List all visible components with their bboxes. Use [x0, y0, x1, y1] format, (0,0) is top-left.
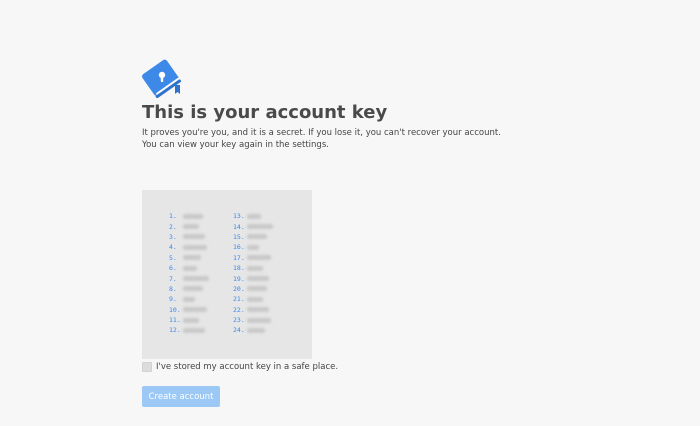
- account-key-word: 22.: [233, 305, 273, 315]
- account-key-word-number: 4.: [169, 243, 177, 252]
- account-key-word: 4.: [169, 242, 209, 252]
- account-key-word: 9.: [169, 294, 209, 304]
- account-key-word-number: 11.: [169, 316, 181, 325]
- account-key-word-number: 5.: [169, 253, 177, 262]
- account-key-word-blurred: [183, 286, 203, 292]
- account-key-word-blurred: [247, 234, 267, 240]
- account-key-word-number: 22.: [233, 305, 245, 314]
- account-key-word-number: 14.: [233, 222, 245, 231]
- account-key-word-number: 8.: [169, 284, 177, 293]
- stored-key-confirmation[interactable]: I've stored my account key in a safe pla…: [142, 362, 338, 372]
- account-key-word-number: 9.: [169, 295, 177, 304]
- account-key-word-number: 18.: [233, 264, 245, 273]
- account-key-word-number: 13.: [233, 212, 245, 221]
- account-key-word: 2.: [169, 221, 209, 231]
- account-key-word: 17.: [233, 253, 273, 263]
- account-key-word-blurred: [183, 296, 195, 302]
- account-key-word: 19.: [233, 273, 273, 283]
- account-key-word: 1.: [169, 211, 209, 221]
- account-key-word-number: 16.: [233, 243, 245, 252]
- account-key-word: 5.: [169, 253, 209, 263]
- account-key-word: 12.: [169, 325, 209, 335]
- account-key-word-number: 6.: [169, 264, 177, 273]
- account-key-word-number: 12.: [169, 326, 181, 335]
- account-key-word-blurred: [183, 224, 199, 230]
- page-title: This is your account key: [142, 102, 388, 123]
- account-key-column-left: 1. 2. 3. 4. 5. 6. 7. 8. 9. 10. 11. 12.: [169, 211, 209, 336]
- account-key-word-blurred: [183, 317, 199, 323]
- account-key-word-number: 1.: [169, 212, 177, 221]
- account-key-word-blurred: [247, 265, 263, 271]
- account-key-word-blurred: [183, 327, 205, 333]
- account-key-word-blurred: [183, 307, 207, 313]
- account-key-word: 6.: [169, 263, 209, 273]
- account-key-word-number: 3.: [169, 232, 177, 241]
- account-key-word-number: 2.: [169, 222, 177, 231]
- account-key-word-blurred: [247, 255, 271, 261]
- account-key-word-blurred: [183, 276, 209, 282]
- account-key-word-blurred: [183, 234, 205, 240]
- account-key-word-blurred: [247, 286, 267, 292]
- account-key-word-blurred: [183, 213, 203, 219]
- account-key-word: 3.: [169, 232, 209, 242]
- account-key-word-number: 17.: [233, 253, 245, 262]
- account-key-word-number: 10.: [169, 305, 181, 314]
- account-key-word: 16.: [233, 242, 273, 252]
- account-key-word-number: 15.: [233, 232, 245, 241]
- account-key-word-blurred: [247, 224, 273, 230]
- account-key-word: 21.: [233, 294, 273, 304]
- account-key-word-blurred: [247, 307, 269, 313]
- account-key-word-blurred: [247, 296, 263, 302]
- account-key-word: 24.: [233, 325, 273, 335]
- account-key-word-blurred: [183, 244, 207, 250]
- account-key-word: 11.: [169, 315, 209, 325]
- account-key-word-blurred: [247, 244, 259, 250]
- account-key-word-blurred: [247, 327, 265, 333]
- account-key-word: 10.: [169, 305, 209, 315]
- account-key-column-right: 13. 14. 15. 16. 17. 18. 19. 20. 21. 22. 23. 24.: [233, 211, 273, 336]
- account-key-word-number: 24.: [233, 326, 245, 335]
- account-key-word-number: 19.: [233, 274, 245, 283]
- description-line-2: You can view your key again in the setti…: [142, 140, 329, 150]
- account-key-word-number: 7.: [169, 274, 177, 283]
- account-key-word: 13.: [233, 211, 273, 221]
- account-key-word-blurred: [247, 213, 261, 219]
- account-key-word: 20.: [233, 284, 273, 294]
- account-key-word: 15.: [233, 232, 273, 242]
- account-key-word-number: 23.: [233, 316, 245, 325]
- account-key-word: 8.: [169, 284, 209, 294]
- account-key-word: 14.: [233, 221, 273, 231]
- account-key-word: 7.: [169, 273, 209, 283]
- stored-key-label: I've stored my account key in a safe pla…: [156, 362, 339, 372]
- stored-key-checkbox[interactable]: [142, 362, 152, 372]
- account-key-book-icon: [142, 59, 182, 98]
- account-key-word-blurred: [247, 276, 269, 282]
- account-key-word: 23.: [233, 315, 273, 325]
- account-key-word-number: 21.: [233, 295, 245, 304]
- account-key-word-blurred: [183, 255, 201, 261]
- create-account-button[interactable]: Create account: [142, 386, 220, 407]
- description-line-1: It proves you're you, and it is a secret…: [142, 128, 501, 138]
- account-key-word-blurred: [247, 317, 271, 323]
- account-key-word: 18.: [233, 263, 273, 273]
- account-key-word-number: 20.: [233, 284, 245, 293]
- account-key-panel: 1. 2. 3. 4. 5. 6. 7. 8. 9. 10. 11. 12. 13. 14. 15. 16.…: [142, 190, 312, 359]
- account-key-word-blurred: [183, 265, 197, 271]
- page-description: It proves you're you, and it is a secret…: [142, 127, 501, 151]
